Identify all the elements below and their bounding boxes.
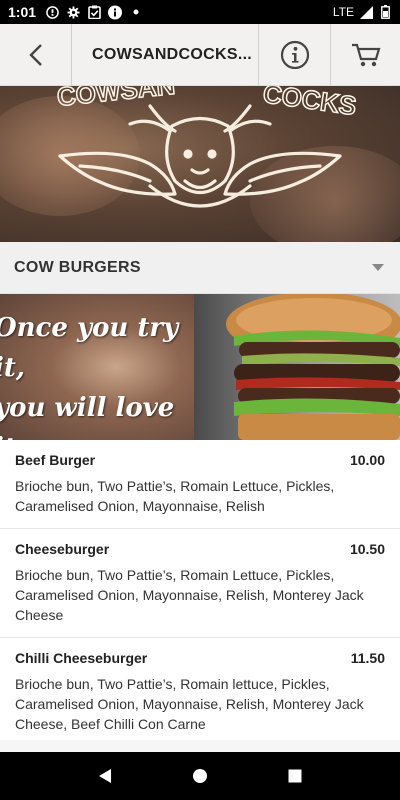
shopping-cart-icon bbox=[351, 43, 380, 66]
item-name: Beef Burger bbox=[15, 452, 96, 468]
item-description: Brioche bun, Two Pattie’s, Romain lettuc… bbox=[15, 676, 364, 732]
battery-icon bbox=[378, 5, 392, 19]
promo-painting: Once you try it, you will love it. bbox=[0, 294, 194, 440]
clipboard-check-icon bbox=[87, 5, 101, 19]
info-button[interactable] bbox=[258, 24, 330, 85]
page-title: COWSANDCOCKS... bbox=[92, 45, 253, 63]
circle-home-icon bbox=[192, 769, 207, 783]
network-type: LTE bbox=[332, 5, 354, 19]
bull-wings-logo: COWSAN COCKS bbox=[55, 86, 359, 208]
back-button[interactable] bbox=[0, 24, 72, 85]
app-header: COWSANDCOCKS... bbox=[0, 24, 400, 86]
category-header[interactable]: COW BURGERS bbox=[0, 242, 400, 294]
logo-text-right: COCKS bbox=[261, 86, 358, 121]
status-time: 1:01 bbox=[8, 4, 37, 20]
menu-item[interactable]: Cheeseburger 10.50 Brioche bun, Two Patt… bbox=[0, 529, 400, 638]
system-nav-bar bbox=[0, 752, 400, 800]
info-icon bbox=[280, 40, 309, 69]
status-bar: 1:01 LTE bbox=[0, 0, 400, 24]
logo-text-left: COWSAN bbox=[55, 86, 176, 112]
triangle-back-icon bbox=[99, 769, 112, 783]
square-recents-icon bbox=[288, 769, 302, 783]
list-continuation bbox=[0, 740, 400, 752]
item-name: Cheeseburger bbox=[15, 541, 110, 557]
cart-button[interactable] bbox=[330, 24, 400, 85]
restaurant-banner: COWSAN COCKS bbox=[0, 86, 400, 242]
info-notification-icon bbox=[108, 5, 123, 19]
category-label: COW BURGERS bbox=[14, 258, 141, 276]
promo-line-1: Once you try it, bbox=[0, 313, 179, 383]
item-price: 11.50 bbox=[350, 650, 385, 666]
burger-illustration bbox=[226, 294, 400, 440]
sync-notification-icon bbox=[45, 5, 59, 19]
nav-recents-button[interactable] bbox=[280, 761, 310, 791]
menu-item[interactable]: Chilli Cheeseburger 11.50 Brioche bun, T… bbox=[0, 638, 400, 747]
signal-icon bbox=[359, 5, 373, 19]
item-price: 10.00 bbox=[349, 452, 385, 468]
item-price: 10.50 bbox=[349, 541, 385, 557]
chevron-left-icon bbox=[28, 43, 42, 66]
caret-down-icon bbox=[372, 264, 384, 271]
category-promo-image: Once you try it, you will love it. bbox=[0, 294, 400, 440]
nav-back-button[interactable] bbox=[90, 761, 120, 791]
menu-item[interactable]: Beef Burger 10.00 Brioche bun, Two Patti… bbox=[0, 440, 400, 529]
item-description: Brioche bun, Two Pattie’s, Romain Lettuc… bbox=[15, 567, 364, 623]
settings-notification-icon bbox=[66, 5, 80, 19]
menu-item-list: Beef Burger 10.00 Brioche bun, Two Patti… bbox=[0, 440, 400, 747]
item-name: Chilli Cheeseburger bbox=[15, 650, 148, 666]
nav-home-button[interactable] bbox=[185, 761, 215, 791]
dot-indicator-icon bbox=[129, 5, 143, 19]
promo-line-2: you will love it. bbox=[0, 393, 175, 440]
burger-photo bbox=[194, 294, 400, 440]
item-description: Brioche bun, Two Pattie’s, Romain Lettuc… bbox=[15, 478, 335, 514]
